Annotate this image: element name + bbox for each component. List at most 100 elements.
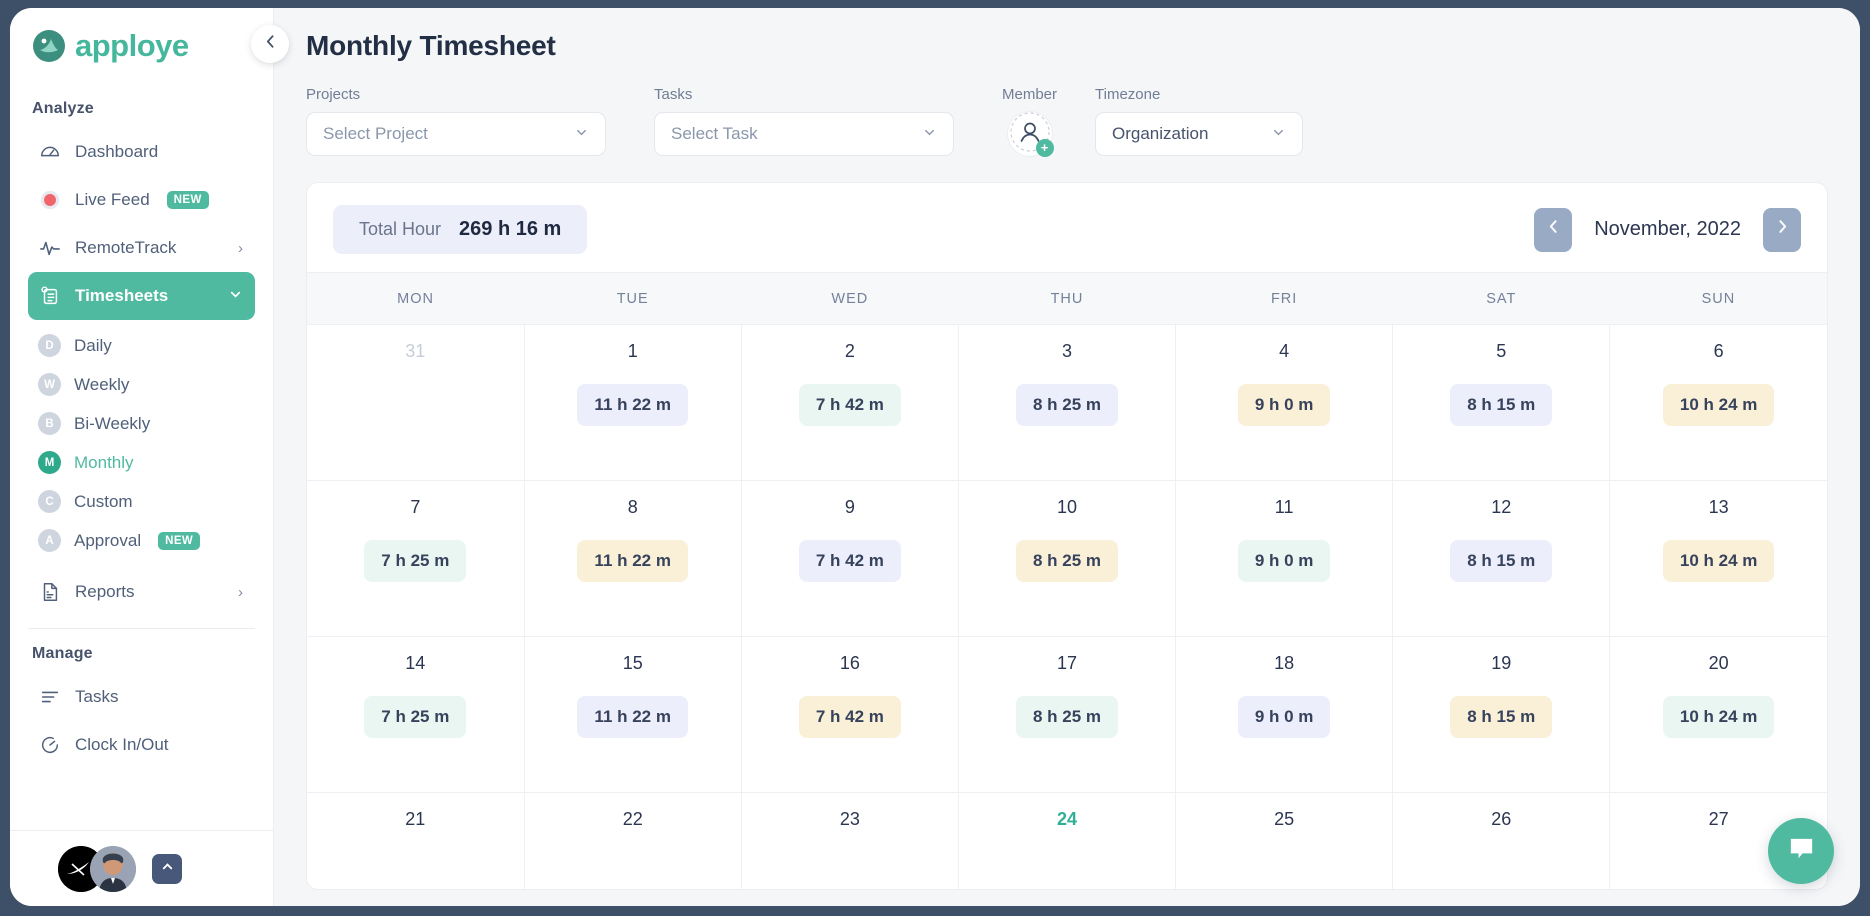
weekday-header: WED [741,273,958,325]
avatar-user[interactable] [90,846,136,892]
sidebar-subitem-custom[interactable]: C Custom [28,482,255,521]
day-hours-pill[interactable]: 8 h 25 m [1016,384,1118,426]
browser-frame: apploye Analyze Dashboard [0,0,1870,916]
day-hours-pill[interactable]: 8 h 25 m [1016,696,1118,738]
calendar-day-cell[interactable]: 14 7 h 25 m [307,637,524,793]
calendar-day-cell[interactable]: 97 h 42 m [741,481,958,637]
avatar-group[interactable] [58,846,136,892]
calendar-day-number: 12 [1393,497,1609,518]
sidebar-item-reports[interactable]: Reports › [28,568,255,616]
calendar-day-cell[interactable]: 610 h 24 m [1610,325,1827,481]
chat-bubble-icon [1786,833,1817,869]
calendar-day-cell[interactable]: 31 [307,325,524,481]
project-select[interactable]: Select Project [306,112,606,156]
letter-badge-d: D [38,334,61,357]
day-hours-pill[interactable]: 9 h 0 m [1238,384,1331,426]
sidebar-item-timesheets[interactable]: Timesheets [28,272,255,320]
sidebar-subitem-weekly[interactable]: W Weekly [28,365,255,404]
calendar-day-number: 15 [525,653,741,674]
calendar-day-number: 19 [1393,653,1609,674]
calendar-day-cell[interactable]: 21 [307,793,524,891]
calendar-day-cell[interactable]: 119 h 0 m [1176,481,1393,637]
day-hours-pill[interactable]: 9 h 0 m [1238,540,1331,582]
calendar-day-cell[interactable]: 26 [1393,793,1610,891]
calendar-day-cell[interactable]: 25 [1176,793,1393,891]
calendar-day-cell[interactable]: 1310 h 24 m [1610,481,1827,637]
calendar-day-cell[interactable]: 12 8 h 15 m [1393,481,1610,637]
calendar-day-cell[interactable]: 111 h 22 m [524,325,741,481]
sidebar-subitem-monthly[interactable]: M Monthly [28,443,255,482]
total-hour-pill: Total Hour 269 h 16 m [333,205,587,254]
sidebar-item-clock-in-out[interactable]: Clock In/Out [28,721,255,769]
filter-bar: Projects Select Project Tasks Select Tas… [306,86,1828,156]
filter-projects: Projects Select Project [306,86,606,156]
calendar-day-cell[interactable]: 167 h 42 m [741,637,958,793]
sidebar: apploye Analyze Dashboard [10,8,274,906]
next-month-button[interactable] [1763,208,1801,252]
day-hours-pill[interactable]: 7 h 42 m [799,540,901,582]
calendar-header: MON TUE WED THU FRI SAT SUN [307,273,1827,325]
calendar-day-cell[interactable]: 22 [524,793,741,891]
calendar-day-cell[interactable]: 178 h 25 m [958,637,1175,793]
calendar-day-cell[interactable]: 2010 h 24 m [1610,637,1827,793]
calendar-day-cell[interactable]: 23 [741,793,958,891]
calendar-day-cell[interactable]: 38 h 25 m [958,325,1175,481]
calendar-day-cell[interactable]: 24 [958,793,1175,891]
filter-label-tasks: Tasks [654,86,954,103]
calendar-day-cell[interactable]: 19 8 h 15 m [1393,637,1610,793]
previous-month-button[interactable] [1534,208,1572,252]
chat-widget-button[interactable] [1768,818,1834,884]
task-select[interactable]: Select Task [654,112,954,156]
sidebar-footer [10,830,273,906]
expand-sidebar-button[interactable] [152,854,182,884]
day-hours-pill[interactable]: 10 h 24 m [1663,540,1775,582]
letter-badge-w: W [38,373,61,396]
letter-badge-m: M [38,451,61,474]
chevron-right-icon: › [238,584,243,601]
sidebar-subitem-bi-weekly[interactable]: B Bi-Weekly [28,404,255,443]
dashboard-gauge-icon [38,140,62,164]
day-hours-pill[interactable]: 7 h 25 m [364,696,466,738]
calendar-day-number: 14 [307,653,524,674]
add-member-button[interactable]: + [1008,112,1052,156]
calendar-day-cell[interactable]: 49 h 0 m [1176,325,1393,481]
day-hours-pill[interactable]: 8 h 15 m [1450,384,1552,426]
sidebar-subitem-label: Daily [74,336,112,356]
day-hours-pill[interactable]: 10 h 24 m [1663,696,1775,738]
weekday-header: SUN [1610,273,1827,325]
sidebar-subitem-daily[interactable]: D Daily [28,326,255,365]
reports-doc-icon [38,580,62,604]
timezone-select[interactable]: Organization [1095,112,1303,156]
day-hours-pill[interactable]: 8 h 15 m [1450,696,1552,738]
sidebar-item-remotetrack[interactable]: RemoteTrack › [28,224,255,272]
calendar-day-cell[interactable]: 27 h 42 m [741,325,958,481]
clock-in-out-icon [38,733,62,757]
day-hours-pill[interactable]: 7 h 25 m [364,540,466,582]
sidebar-subitem-approval[interactable]: A Approval NEW [28,521,255,560]
calendar-day-cell[interactable]: 189 h 0 m [1176,637,1393,793]
chevron-up-icon [160,859,175,879]
day-hours-pill[interactable]: 7 h 42 m [799,696,901,738]
day-hours-pill[interactable]: 11 h 22 m [577,540,688,582]
sidebar-item-live-feed[interactable]: Live Feed NEW [28,176,255,224]
brand-logo[interactable]: apploye [10,8,273,84]
sidebar-item-dashboard[interactable]: Dashboard [28,128,255,176]
day-hours-pill[interactable]: 11 h 22 m [577,384,688,426]
collapse-sidebar-button[interactable] [251,25,289,63]
day-hours-pill[interactable]: 11 h 22 m [577,696,688,738]
calendar-day-cell[interactable]: 15 11 h 22 m [524,637,741,793]
day-hours-pill[interactable]: 7 h 42 m [799,384,901,426]
day-hours-pill[interactable]: 8 h 25 m [1016,540,1118,582]
day-hours-pill[interactable]: 9 h 0 m [1238,696,1331,738]
day-hours-pill[interactable]: 10 h 24 m [1663,384,1775,426]
sidebar-item-tasks[interactable]: Tasks [28,673,255,721]
calendar-day-cell[interactable]: 58 h 15 m [1393,325,1610,481]
chevron-down-icon [1271,125,1286,143]
calendar-day-cell[interactable]: 108 h 25 m [958,481,1175,637]
calendar-day-cell[interactable]: 77 h 25 m [307,481,524,637]
calendar-day-number: 22 [525,809,741,830]
day-hours-pill[interactable]: 8 h 15 m [1450,540,1552,582]
letter-badge-a: A [38,529,61,552]
calendar-day-number: 23 [742,809,958,830]
calendar-day-cell[interactable]: 811 h 22 m [524,481,741,637]
